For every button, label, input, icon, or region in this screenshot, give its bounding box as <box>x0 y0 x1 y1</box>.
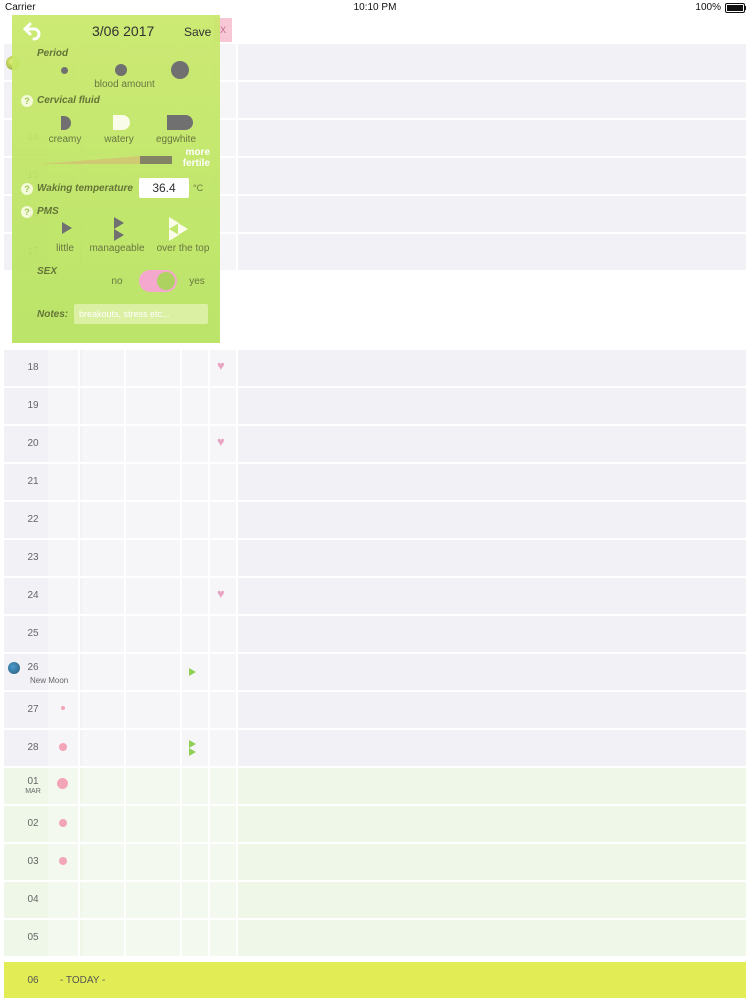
watery-option[interactable] <box>113 115 130 130</box>
day-edit-panel: 3/06 2017 Save Period blood amount ? Cer… <box>12 15 220 343</box>
day-number: 24 <box>27 590 39 601</box>
calendar-row[interactable]: 21 <box>4 464 746 502</box>
day-number: 05 <box>27 932 39 943</box>
day-number: 20 <box>27 438 39 449</box>
save-button[interactable]: Save <box>184 25 211 39</box>
cervical-fluid-title: Cervical fluid <box>37 95 100 106</box>
sex-toggle[interactable] <box>139 270 177 292</box>
calendar-row[interactable]: 22 <box>4 502 746 540</box>
pms-little-option[interactable] <box>62 222 72 234</box>
battery-icon <box>725 2 745 13</box>
panel-date: 3/06 2017 <box>92 23 155 39</box>
clock: 10:10 PM <box>353 2 397 13</box>
period-title: Period <box>37 48 69 59</box>
calendar-row[interactable]: 25 <box>4 616 746 654</box>
info-icon[interactable]: ? <box>21 206 33 218</box>
battery-percent: 100% <box>695 2 721 13</box>
calendar-row[interactable]: 01 MAR <box>4 768 746 806</box>
sex-title: SEX <box>37 266 58 277</box>
day-number: 02 <box>27 818 39 829</box>
heart-icon: ♥ <box>217 358 225 373</box>
period-dot-icon <box>61 706 65 710</box>
day-number: 27 <box>27 704 39 715</box>
calendar-row[interactable]: 27 <box>4 692 746 730</box>
pms-manageable-icon <box>189 740 196 748</box>
temperature-unit: °C <box>193 183 204 193</box>
calendar-row[interactable]: 19 <box>4 388 746 426</box>
notes-title: Notes: <box>37 309 69 320</box>
calendar-row[interactable]: 23 <box>4 540 746 578</box>
day-number: 03 <box>27 856 39 867</box>
period-heavy-option[interactable] <box>171 61 189 79</box>
pms-little-label: little <box>56 243 74 254</box>
info-icon[interactable]: ? <box>21 183 33 195</box>
calendar-row[interactable]: 03 <box>4 844 746 882</box>
calendar-row[interactable]: 02 <box>4 806 746 844</box>
day-number: 26 <box>27 662 39 673</box>
day-number: 28 <box>27 742 39 753</box>
day-number: 21 <box>27 476 39 487</box>
waking-temperature-title: Waking temperature <box>37 183 133 194</box>
creamy-label: creamy <box>48 134 82 145</box>
sex-no-label: no <box>111 276 123 287</box>
calendar-row[interactable]: 18 ♥ <box>4 350 746 388</box>
notes-input[interactable]: breakouts, stress etc... <box>74 304 208 324</box>
info-icon[interactable]: ? <box>21 95 33 107</box>
month-label: MAR <box>25 788 41 795</box>
heart-icon: ♥ <box>217 586 225 601</box>
calendar-row[interactable]: 24 ♥ <box>4 578 746 616</box>
temperature-input[interactable]: 36.4 <box>139 178 189 198</box>
period-dot-icon <box>59 857 67 865</box>
day-number: 01 MAR <box>4 776 62 795</box>
calendar-row[interactable]: 28 <box>4 730 746 768</box>
eggwhite-label: eggwhite <box>155 134 197 145</box>
pms-title: PMS <box>37 206 59 217</box>
pms-over-the-top-label: over the top <box>156 243 210 254</box>
moon-note: New Moon <box>30 676 69 685</box>
period-medium-option[interactable] <box>115 64 127 76</box>
calendar-row[interactable]: 20 ♥ <box>4 426 746 464</box>
calendar-row[interactable]: 05 <box>4 920 746 958</box>
back-arrow-icon[interactable] <box>22 21 42 41</box>
blood-amount-label: blood amount <box>94 79 155 90</box>
calendar-row[interactable]: 26 New Moon <box>4 654 746 692</box>
status-bar: Carrier 10:10 PM 100% <box>0 0 750 16</box>
more-fertile-label: more fertile <box>182 147 210 169</box>
period-dot-icon <box>59 819 67 827</box>
day-number: 19 <box>27 400 39 411</box>
toggle-knob <box>157 272 175 290</box>
period-dot-icon <box>59 743 67 751</box>
day-number: 04 <box>27 894 39 905</box>
eggwhite-option[interactable] <box>167 115 193 130</box>
day-number: 22 <box>27 514 39 525</box>
heart-icon: ♥ <box>217 434 225 449</box>
battery-indicator: 100% <box>695 2 746 13</box>
sex-yes-label: yes <box>189 276 205 287</box>
period-dot-icon <box>57 778 68 789</box>
day-number: 23 <box>27 552 39 563</box>
day-number: 18 <box>27 362 39 373</box>
today-label: - TODAY - <box>60 975 106 986</box>
creamy-option[interactable] <box>61 116 71 130</box>
watery-label: watery <box>104 134 134 145</box>
calendar-row[interactable]: 04 <box>4 882 746 920</box>
fertility-meter <box>40 156 172 164</box>
day-number: 25 <box>27 628 39 639</box>
pms-manageable-label: manageable <box>89 243 145 254</box>
today-row[interactable]: 06 - TODAY - <box>4 962 746 998</box>
period-light-option[interactable] <box>61 67 68 74</box>
today-day-number: 06 <box>27 975 39 986</box>
pms-little-icon <box>189 668 196 676</box>
pms-manageable-option[interactable] <box>114 217 124 229</box>
